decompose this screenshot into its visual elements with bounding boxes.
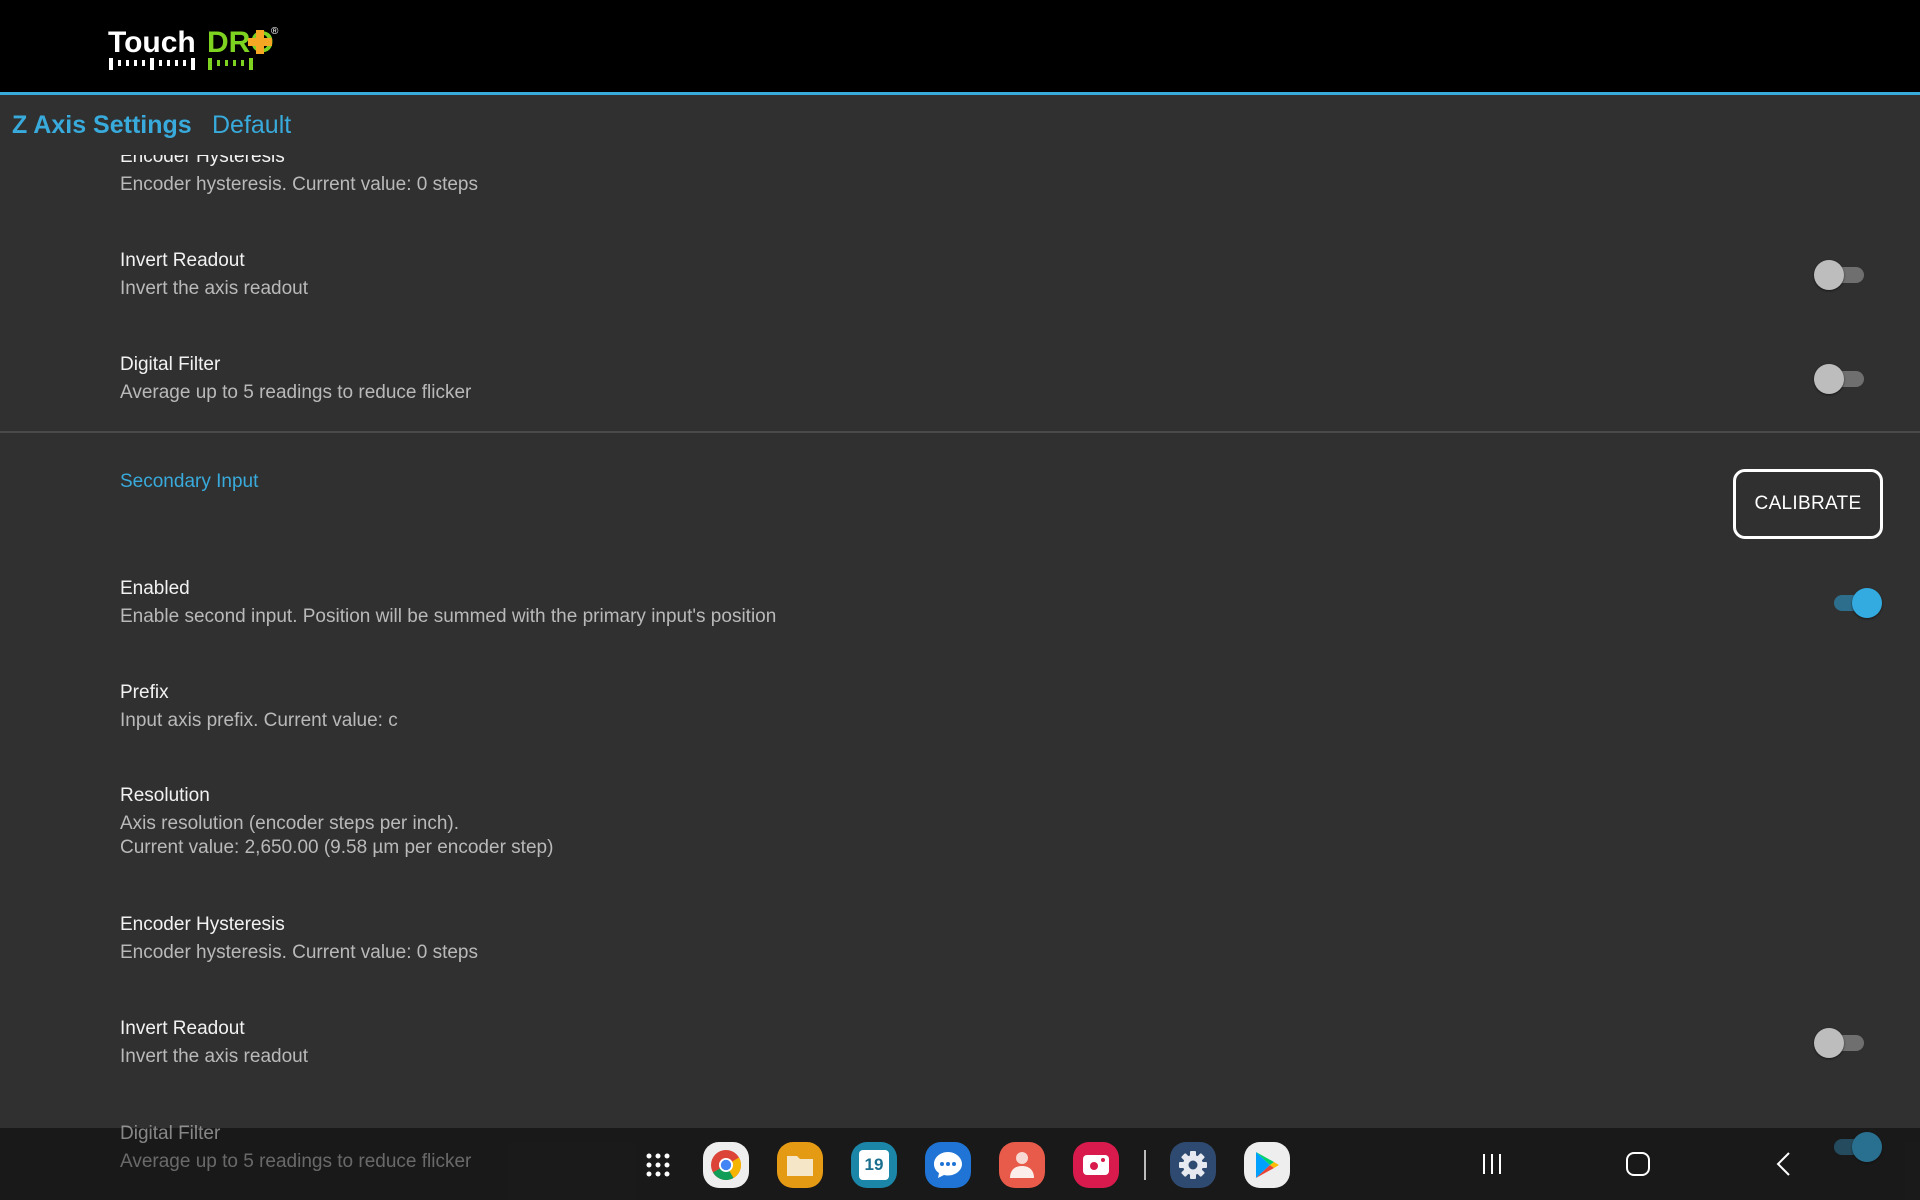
pref-summary: Invert the axis readout bbox=[120, 1046, 308, 1067]
recent-apps-button[interactable] bbox=[1474, 1146, 1510, 1182]
pref-summary: Encoder hysteresis. Current value: 0 ste… bbox=[120, 174, 479, 195]
pref-enabled[interactable]: Enabled Enable second input. Position wi… bbox=[120, 577, 776, 629]
calibrate-button[interactable]: CALIBRATE bbox=[1733, 469, 1883, 539]
settings-list[interactable]: Encoder Hysteresis Encoder hysteresis. C… bbox=[0, 95, 1920, 1200]
enabled-toggle[interactable] bbox=[1826, 586, 1882, 620]
pref-title: Digital Filter bbox=[120, 354, 221, 375]
toggle-thumb bbox=[1814, 364, 1844, 394]
section-divider bbox=[0, 431, 1920, 433]
logo-text-touch: Touch bbox=[108, 26, 196, 59]
digital-filter-primary-toggle[interactable] bbox=[1814, 362, 1870, 396]
pref-prefix[interactable]: Prefix Input axis prefix. Current value:… bbox=[120, 681, 398, 733]
toggle-thumb bbox=[1814, 1028, 1844, 1058]
touchdro-logo: Touch DRO ® bbox=[106, 22, 286, 74]
pref-summary: Invert the axis readout bbox=[120, 278, 308, 299]
pref-summary: Average up to 5 readings to reduce flick… bbox=[120, 1151, 472, 1172]
calendar-day: 19 bbox=[859, 1150, 889, 1180]
calendar-icon[interactable]: 19 bbox=[851, 1142, 897, 1188]
taskbar-separator bbox=[1144, 1150, 1146, 1180]
settings-gear-icon[interactable] bbox=[1170, 1142, 1216, 1188]
screen-recorder-icon[interactable] bbox=[1073, 1142, 1119, 1188]
pref-title: Prefix bbox=[120, 682, 169, 703]
app-header: Touch DRO ® bbox=[0, 0, 1920, 92]
my-files-icon[interactable] bbox=[777, 1142, 823, 1188]
settings-titlebar: Z Axis Settings Default bbox=[0, 95, 1920, 155]
pref-encoder-hysteresis-secondary[interactable]: Encoder Hysteresis Encoder hysteresis. C… bbox=[120, 913, 478, 965]
pref-summary-line2: Current value: 2,650.00 (9.58 µm per enc… bbox=[120, 837, 554, 858]
pref-summary: Encoder hysteresis. Current value: 0 ste… bbox=[120, 942, 479, 963]
digital-filter-secondary-toggle[interactable] bbox=[1826, 1130, 1882, 1164]
toggle-thumb bbox=[1852, 1132, 1882, 1162]
screen-title: Z Axis Settings bbox=[12, 111, 192, 139]
pref-summary: Input axis prefix. Current value: c bbox=[120, 710, 398, 731]
invert-readout-primary-toggle[interactable] bbox=[1814, 258, 1870, 292]
contacts-icon[interactable] bbox=[999, 1142, 1045, 1188]
app-drawer-icon[interactable] bbox=[635, 1142, 681, 1188]
invert-readout-secondary-toggle[interactable] bbox=[1814, 1026, 1870, 1060]
pref-title: Resolution bbox=[120, 785, 210, 806]
play-store-icon[interactable] bbox=[1244, 1142, 1290, 1188]
svg-text:®: ® bbox=[271, 26, 279, 37]
pref-title: Digital Filter bbox=[120, 1123, 221, 1144]
pref-summary: Enable second input. Position will be su… bbox=[120, 606, 777, 627]
pref-digital-filter-secondary[interactable]: Digital Filter Average up to 5 readings … bbox=[120, 1122, 471, 1174]
toggle-thumb bbox=[1814, 260, 1844, 290]
pref-summary: Average up to 5 readings to reduce flick… bbox=[120, 382, 472, 403]
pref-title: Invert Readout bbox=[120, 250, 245, 271]
back-button[interactable] bbox=[1766, 1146, 1802, 1182]
pref-invert-readout-secondary[interactable]: Invert Readout Invert the axis readout bbox=[120, 1017, 308, 1069]
messages-icon[interactable] bbox=[925, 1142, 971, 1188]
toggle-thumb bbox=[1852, 588, 1882, 618]
pref-title: Encoder Hysteresis bbox=[120, 914, 285, 935]
chrome-icon[interactable] bbox=[703, 1142, 749, 1188]
pref-invert-readout-primary[interactable]: Invert Readout Invert the axis readout bbox=[120, 249, 308, 301]
pref-summary: Axis resolution (encoder steps per inch)… bbox=[120, 813, 459, 834]
pref-title: Invert Readout bbox=[120, 1018, 245, 1039]
pref-digital-filter-primary[interactable]: Digital Filter Average up to 5 readings … bbox=[120, 353, 471, 405]
home-button[interactable] bbox=[1620, 1146, 1656, 1182]
pref-resolution[interactable]: Resolution Axis resolution (encoder step… bbox=[120, 784, 553, 860]
category-secondary-input: Secondary Input bbox=[120, 471, 259, 492]
pref-title: Enabled bbox=[120, 578, 190, 599]
profile-name[interactable]: Default bbox=[212, 111, 291, 140]
